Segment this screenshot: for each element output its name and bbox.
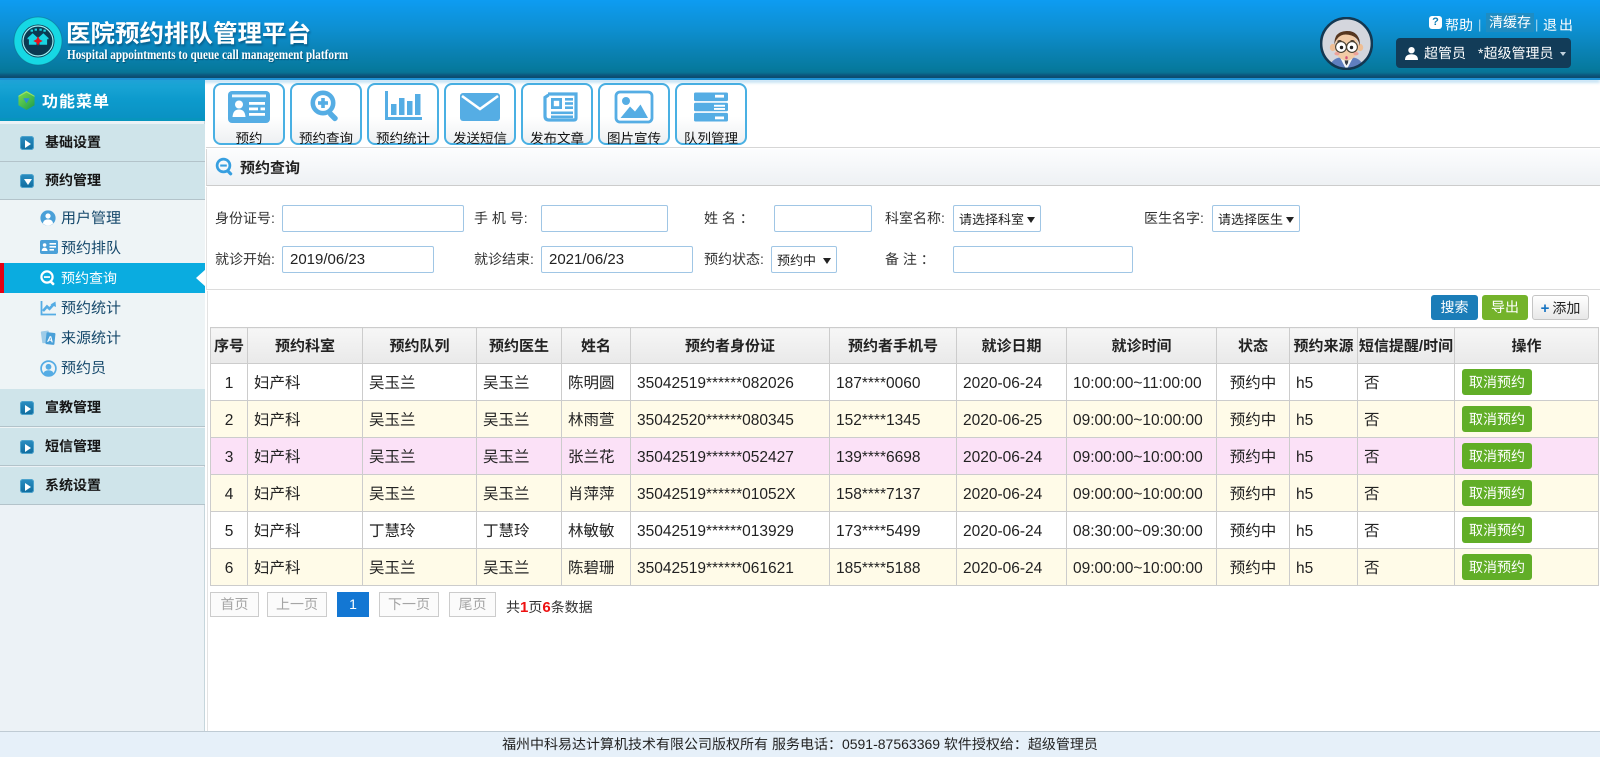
svg-text:A: A — [47, 333, 54, 346]
